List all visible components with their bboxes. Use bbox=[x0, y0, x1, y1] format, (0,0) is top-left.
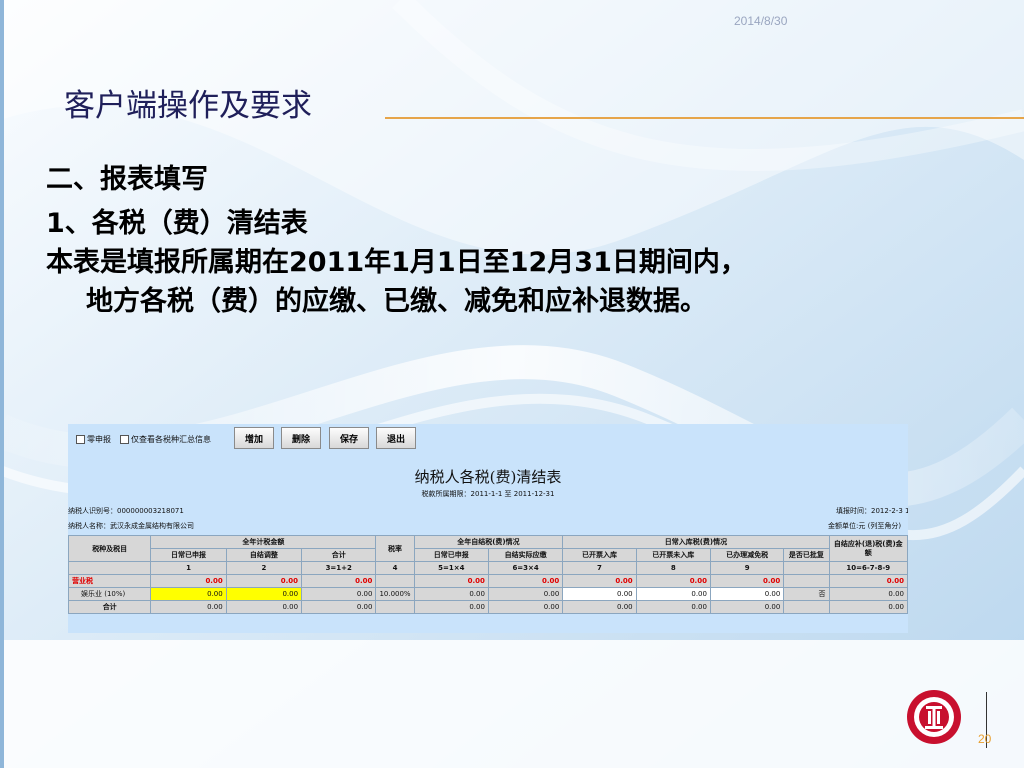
body-text-line-1: 本表是填报所属期在2011年1月1日至12月31日期间内， bbox=[46, 247, 747, 278]
amount-cell: 0.00 bbox=[828, 574, 908, 588]
amount-cell: 0.00 bbox=[301, 587, 377, 601]
table-header-row: 税种及税目 全年计税金额 税率 全年自结税(费)情况 日常入库税(费)情况 自结… bbox=[68, 535, 908, 562]
form-period: 税款所属期限：2011-1-1 至 2011-12-31 bbox=[421, 490, 555, 498]
header-refund-amount: 自结应补(退)税(费)金额 bbox=[828, 535, 908, 562]
column-number: 2 bbox=[225, 561, 303, 575]
column-number: 10=6-7-8-9 bbox=[828, 561, 908, 575]
add-button[interactable]: 增加 bbox=[234, 427, 274, 449]
amount-cell: 0.00 bbox=[487, 574, 564, 588]
header-settle-reported: 日常已申报 bbox=[413, 548, 489, 562]
amount-cell: 0.00 bbox=[828, 587, 908, 601]
approved-cell bbox=[783, 574, 830, 588]
amount-cell: 0.00 bbox=[709, 600, 785, 614]
tax-type-cell: 娱乐业 (10%) bbox=[68, 587, 152, 601]
header-total: 合计 bbox=[301, 548, 377, 562]
column-number: 6=3×4 bbox=[487, 561, 564, 575]
amount-cell: 0.00 bbox=[301, 600, 377, 614]
form-title: 纳税人各税(费)清结表 bbox=[414, 468, 562, 486]
rate-cell bbox=[375, 574, 415, 588]
amount-cell: 0.00 bbox=[150, 574, 227, 588]
header-daily-storage: 日常入库税(费)情况 bbox=[562, 535, 830, 549]
amount-cell: 0.00 bbox=[709, 574, 785, 588]
amount-cell: 0.00 bbox=[562, 574, 637, 588]
approved-cell: 否 bbox=[783, 587, 830, 601]
checkbox-box-icon bbox=[120, 435, 129, 444]
header-self-settlement: 全年自结税(费)情况 bbox=[413, 535, 564, 549]
column-number bbox=[783, 561, 830, 575]
settle-adjust-input[interactable]: 0.00 bbox=[225, 587, 303, 601]
amount-unit: 金额单位:元 (列至角分) bbox=[828, 522, 902, 530]
fill-date: 填报时间：2012-2-3 1 bbox=[836, 507, 908, 515]
column-number: 7 bbox=[562, 561, 637, 575]
save-button[interactable]: 保存 bbox=[329, 427, 369, 449]
title-divider bbox=[385, 117, 1024, 119]
header-reduced: 已办理减免税 bbox=[709, 548, 785, 562]
column-number: 5=1×4 bbox=[413, 561, 489, 575]
summary-only-checkbox[interactable]: 仅查看各税种汇总信息 bbox=[120, 434, 211, 445]
column-number: 4 bbox=[375, 561, 415, 575]
column-number: 1 bbox=[150, 561, 227, 575]
header-annual-amount: 全年计税金额 bbox=[150, 535, 377, 549]
column-number: 8 bbox=[635, 561, 711, 575]
header-invoiced-not-in: 已开票未入库 bbox=[635, 548, 711, 562]
amount-cell: 0.00 bbox=[150, 600, 227, 614]
zero-report-label: 零申报 bbox=[87, 435, 111, 444]
page-number: 20 bbox=[978, 732, 992, 746]
column-number: 3=1+2 bbox=[301, 561, 377, 575]
summary-only-label: 仅查看各税种汇总信息 bbox=[131, 435, 211, 444]
approved-cell bbox=[783, 600, 830, 614]
invoiced-in-input[interactable]: 0.00 bbox=[562, 587, 637, 601]
amount-cell: 0.00 bbox=[413, 600, 489, 614]
settlement-table: 税种及税目 全年计税金额 税率 全年自结税(费)情况 日常入库税(费)情况 自结… bbox=[68, 535, 908, 614]
invoiced-not-in-input[interactable]: 0.00 bbox=[635, 587, 711, 601]
header-approved: 是否已批复 bbox=[783, 548, 830, 562]
amount-cell: 0.00 bbox=[487, 587, 564, 601]
form-toolbar: 零申报 仅查看各税种汇总信息 增加 删除 保存 退出 bbox=[68, 424, 908, 452]
taxpayer-id: 纳税人识别号：000000003218071 bbox=[68, 507, 184, 515]
table-row: 营业税 0.00 0.00 0.00 0.00 0.00 0.00 0.00 0… bbox=[68, 574, 908, 588]
rate-cell bbox=[375, 600, 415, 614]
table-row: 娱乐业 (10%) 0.00 0.00 0.00 10.000% 0.00 0.… bbox=[68, 587, 908, 601]
amount-cell: 0.00 bbox=[413, 587, 489, 601]
slide-title: 客户端操作及要求 bbox=[64, 88, 312, 124]
header-invoiced-in: 已开票入库 bbox=[562, 548, 637, 562]
table-total-row: 合计 0.00 0.00 0.00 0.00 0.00 0.00 0.00 0.… bbox=[68, 600, 908, 614]
exit-button[interactable]: 退出 bbox=[376, 427, 416, 449]
slide-date: 2014/8/30 bbox=[734, 14, 788, 28]
column-number-row: 1 2 3=1+2 4 5=1×4 6=3×4 7 8 9 10=6-7-8-9 bbox=[68, 561, 908, 575]
amount-cell: 0.00 bbox=[225, 574, 303, 588]
amount-cell: 0.00 bbox=[487, 600, 564, 614]
body-text-line-2: 地方各税（费）的应缴、已缴、减免和应补退数据。 bbox=[86, 286, 707, 317]
tax-type-cell: 合计 bbox=[68, 600, 152, 614]
delete-button[interactable]: 删除 bbox=[281, 427, 321, 449]
amount-cell: 0.00 bbox=[828, 600, 908, 614]
header-settle-adjust: 自结调整 bbox=[225, 548, 303, 562]
tax-bureau-emblem-icon bbox=[907, 690, 961, 744]
table-subheader-row: 日常已申报 自结调整 合计 日常已申报 自结实际应缴 已开票入库 已开票未入库 … bbox=[69, 548, 908, 562]
checkbox-box-icon bbox=[76, 435, 85, 444]
header-daily-reported: 日常已申报 bbox=[150, 548, 227, 562]
amount-cell: 0.00 bbox=[635, 600, 711, 614]
subsection-heading: 1、各税（费）清结表 bbox=[46, 208, 308, 239]
tax-form-screenshot: 零申报 仅查看各税种汇总信息 增加 删除 保存 退出 纳税人各税(费)清结表 税… bbox=[68, 424, 908, 633]
amount-cell: 0.00 bbox=[562, 600, 637, 614]
tax-type-cell: 营业税 bbox=[68, 574, 152, 588]
rate-cell: 10.000% bbox=[375, 587, 415, 601]
slide-body: 二、报表填写 1、各税（费）清结表 本表是填报所属期在2011年1月1日至12月… bbox=[46, 156, 1006, 321]
amount-cell: 0.00 bbox=[225, 600, 303, 614]
section-heading: 二、报表填写 bbox=[46, 164, 208, 195]
column-number: 9 bbox=[709, 561, 785, 575]
zero-report-checkbox[interactable]: 零申报 bbox=[76, 434, 111, 445]
amount-cell: 0.00 bbox=[301, 574, 377, 588]
reduced-input[interactable]: 0.00 bbox=[709, 587, 785, 601]
header-tax-type: 税种及税目 bbox=[68, 535, 152, 562]
amount-cell: 0.00 bbox=[635, 574, 711, 588]
daily-reported-input[interactable]: 0.00 bbox=[150, 587, 227, 601]
header-settle-actual: 自结实际应缴 bbox=[487, 548, 564, 562]
header-rate: 税率 bbox=[375, 535, 415, 562]
column-number bbox=[68, 561, 152, 575]
taxpayer-name: 纳税人名称：武汉永成金属结构有限公司 bbox=[68, 522, 194, 530]
amount-cell: 0.00 bbox=[413, 574, 489, 588]
